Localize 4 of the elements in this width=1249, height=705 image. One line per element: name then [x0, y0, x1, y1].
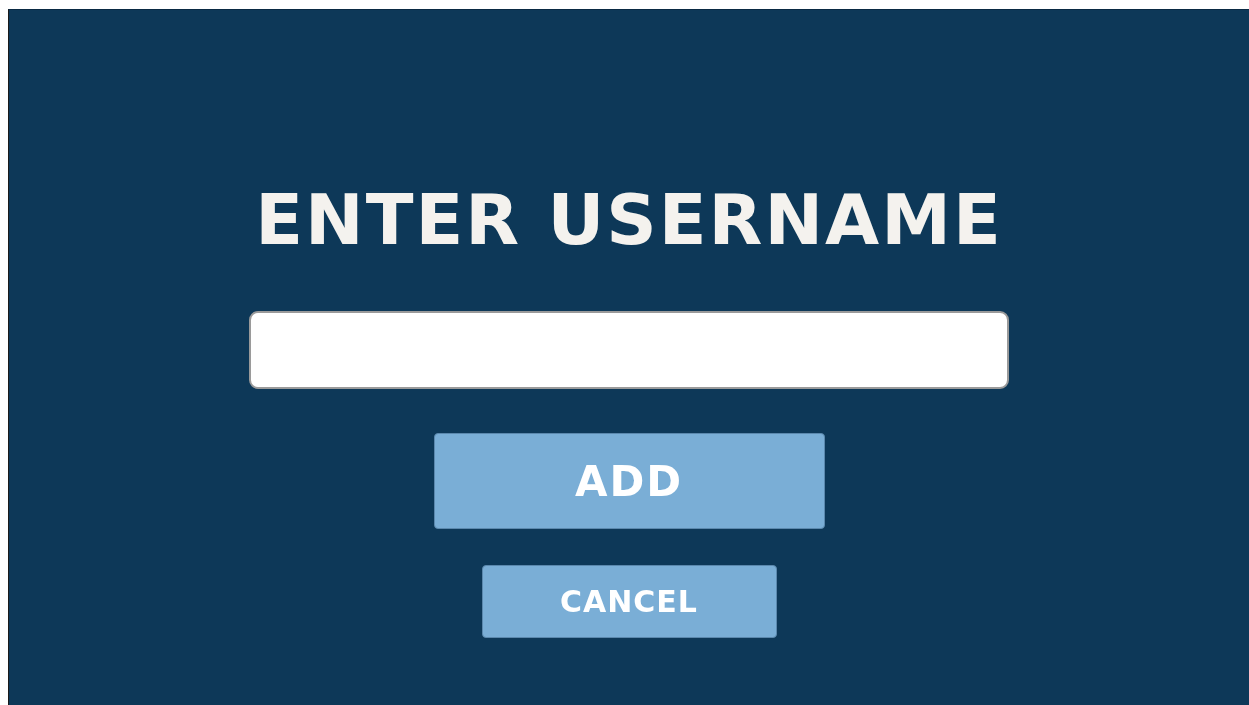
add-button[interactable]: ADD	[433, 433, 825, 529]
username-input-field[interactable]	[249, 311, 1009, 389]
cancel-button[interactable]: CANCEL	[481, 565, 777, 638]
screen-title: ENTER USERNAME	[255, 182, 1003, 259]
